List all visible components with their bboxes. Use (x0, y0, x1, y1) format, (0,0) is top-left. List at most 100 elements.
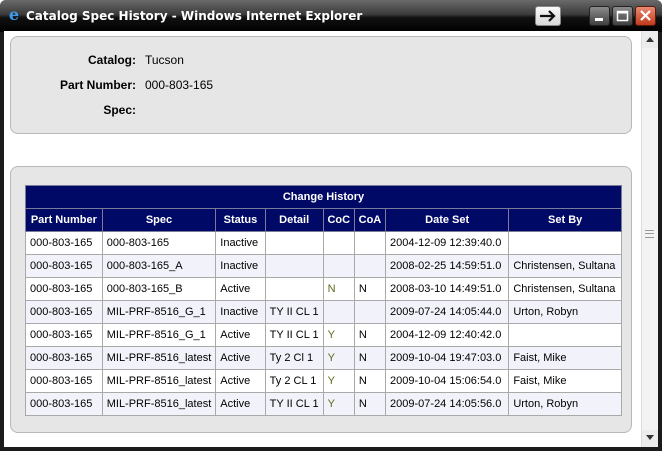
cell-detail: TY II CL 1 (264, 300, 324, 324)
cell-spec: MIL-PRF-8516_latest (101, 369, 217, 393)
table-row: 000-803-165 MIL-PRF-8516_latest Active T… (25, 346, 622, 370)
cell-date-set: 2008-02-25 14:59:51.0 (385, 254, 510, 278)
maximize-button[interactable] (612, 6, 633, 26)
cell-coc: N (322, 277, 355, 301)
title-bar[interactable]: e Catalog Spec History - Windows Interne… (0, 0, 662, 32)
cell-set-by: Faist, Mike (508, 369, 622, 393)
spec-label: Spec: (103, 103, 136, 117)
table-row: 000-803-165 000-803-165_A Inactive 2008-… (25, 254, 622, 278)
cell-spec: MIL-PRF-8516_latest (101, 392, 217, 416)
table-row: 000-803-165 MIL-PRF-8516_latest Active T… (25, 369, 622, 393)
cell-part-number: 000-803-165 (25, 300, 103, 324)
cell-detail (264, 231, 324, 255)
cell-date-set: 2009-07-24 14:05:44.0 (385, 300, 510, 324)
cell-set-by: Faist, Mike (508, 346, 622, 370)
cell-spec: MIL-PRF-8516_latest (101, 346, 217, 370)
cell-date-set: 2009-07-24 14:05:56.0 (385, 392, 510, 416)
navigate-forward-button[interactable] (535, 6, 561, 26)
cell-detail: Ty 2 CL 1 (264, 369, 324, 393)
table-row: 000-803-165 000-803-165_B Active N N 200… (25, 277, 622, 301)
cell-coa: N (353, 277, 387, 301)
cell-coc: Y (322, 392, 355, 416)
part-number-value: 000-803-165 (145, 78, 214, 92)
spec-info-panel: Catalog: Tucson Part Number: 000-803-165… (10, 36, 632, 134)
cell-coa (353, 231, 387, 255)
cell-coa: N (353, 346, 387, 370)
cell-coc (322, 300, 355, 324)
table-row: 000-803-165 MIL-PRF-8516_G_1 Inactive TY… (25, 300, 622, 324)
cell-detail (264, 277, 324, 301)
cell-part-number: 000-803-165 (25, 231, 103, 255)
cell-status: Active (215, 346, 266, 370)
cell-date-set: 2004-12-09 12:39:40.0 (385, 231, 510, 255)
cell-coa (353, 300, 387, 324)
cell-coc (322, 231, 355, 255)
cell-spec: 000-803-165_A (101, 254, 217, 278)
window-title: Catalog Spec History - Windows Internet … (26, 9, 363, 23)
minimize-button[interactable] (589, 6, 610, 26)
change-history-table: Change History Part Number Spec Status D… (25, 185, 622, 416)
internet-explorer-icon: e (8, 5, 20, 24)
cell-detail: TY II CL 1 (264, 392, 324, 416)
cell-part-number: 000-803-165 (25, 346, 103, 370)
cell-status: Active (215, 369, 266, 393)
cell-coa (353, 254, 387, 278)
spec-row: Spec: (11, 103, 411, 119)
cell-part-number: 000-803-165 (25, 392, 103, 416)
table-caption: Change History (25, 185, 622, 209)
table-row: 000-803-165 MIL-PRF-8516_G_1 Active TY I… (25, 323, 622, 347)
catalog-label: Catalog: (88, 53, 136, 67)
cell-set-by: Christensen, Sultana (508, 254, 622, 278)
cell-date-set: 2004-12-09 12:40:42.0 (385, 323, 510, 347)
column-header-detail: Detail (264, 208, 324, 232)
cell-set-by (508, 323, 622, 347)
arrow-up-icon (646, 37, 654, 42)
cell-status: Inactive (215, 231, 266, 255)
table-row: 000-803-165 MIL-PRF-8516_latest Active T… (25, 392, 622, 416)
cell-status: Inactive (215, 254, 266, 278)
close-icon (640, 10, 651, 21)
cell-set-by (508, 231, 622, 255)
cell-coc: Y (322, 323, 355, 347)
cell-status: Active (215, 323, 266, 347)
cell-spec: MIL-PRF-8516_G_1 (101, 323, 217, 347)
cell-part-number: 000-803-165 (25, 369, 103, 393)
scroll-down-button[interactable] (642, 430, 658, 447)
cell-set-by: Urton, Robyn (508, 392, 622, 416)
cell-detail (264, 254, 324, 278)
catalog-value: Tucson (145, 53, 184, 67)
table-row: 000-803-165 000-803-165 Inactive 2004-12… (25, 231, 622, 255)
cell-coa: N (353, 323, 387, 347)
cell-coa: N (353, 392, 387, 416)
cell-part-number: 000-803-165 (25, 323, 103, 347)
column-header-status: Status (215, 208, 266, 232)
cell-coc: Y (322, 369, 355, 393)
scrollbar-grip[interactable] (645, 230, 654, 238)
cell-status: Active (215, 277, 266, 301)
cell-coc (322, 254, 355, 278)
scroll-up-button[interactable] (642, 31, 658, 48)
cell-spec: 000-803-165 (101, 231, 217, 255)
column-header-set-by: Set By (508, 208, 622, 232)
cell-part-number: 000-803-165 (25, 277, 103, 301)
arrow-down-icon (646, 435, 654, 440)
cell-detail: TY II CL 1 (264, 323, 324, 347)
column-header-date-set: Date Set (385, 208, 510, 232)
column-header-coc: CoC (322, 208, 355, 232)
cell-date-set: 2009-10-04 15:06:54.0 (385, 369, 510, 393)
cell-spec: MIL-PRF-8516_G_1 (101, 300, 217, 324)
maximize-icon (616, 10, 629, 22)
column-header-spec: Spec (101, 208, 217, 232)
cell-coa: N (353, 369, 387, 393)
vertical-scrollbar[interactable] (641, 31, 658, 447)
cell-status: Inactive (215, 300, 266, 324)
close-button[interactable] (635, 6, 656, 26)
cell-coc: Y (322, 346, 355, 370)
cell-date-set: 2009-10-04 19:47:03.0 (385, 346, 510, 370)
arrow-right-icon (540, 10, 556, 22)
cell-spec: 000-803-165_B (101, 277, 217, 301)
cell-date-set: 2008-03-10 14:49:51.0 (385, 277, 510, 301)
page-content: Catalog: Tucson Part Number: 000-803-165… (4, 31, 658, 447)
change-history-panel: Change History Part Number Spec Status D… (10, 166, 632, 433)
minimize-icon (595, 18, 603, 21)
